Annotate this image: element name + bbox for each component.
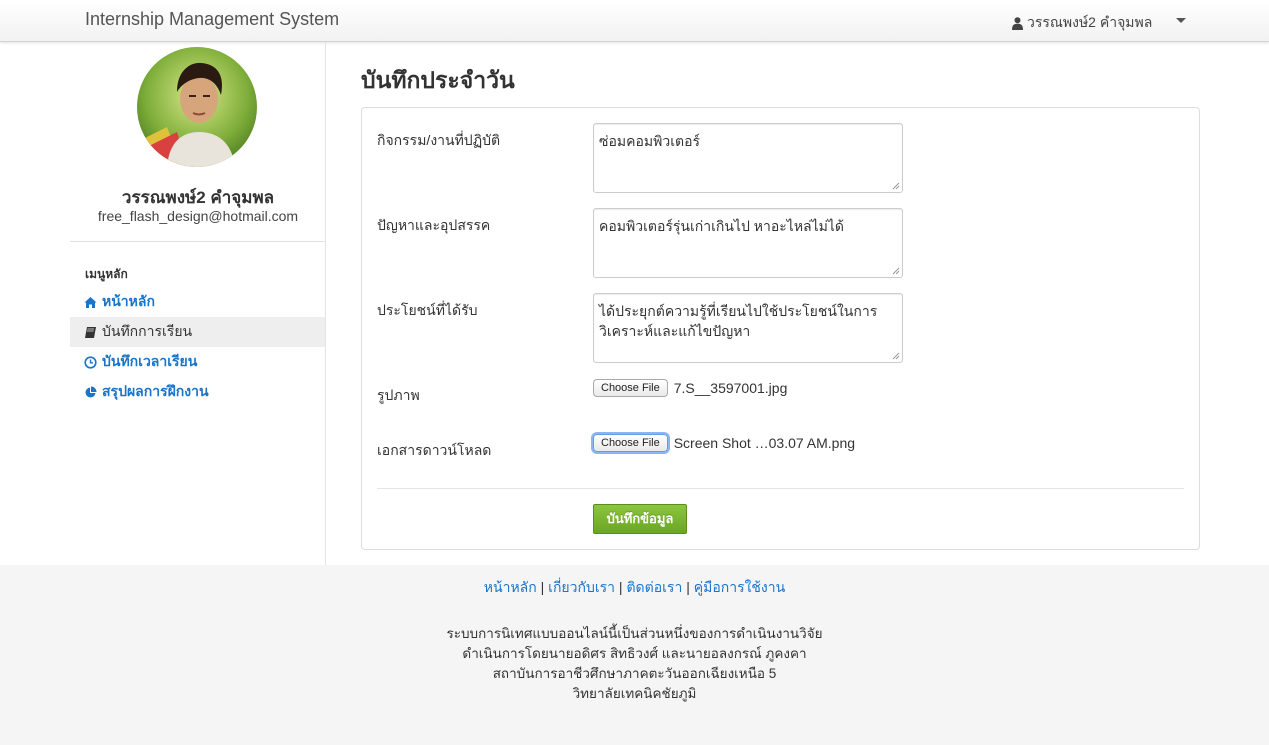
brand-title[interactable]: Internship Management System (85, 9, 339, 30)
home-icon (84, 296, 97, 308)
page-title: บันทึกประจำวัน (361, 67, 515, 93)
user-menu-name: วรรณพงษ์2 คำจุมพล (1027, 14, 1153, 30)
sidebar-item-summary[interactable]: สรุปผลการฝึกงาน (70, 377, 325, 407)
footer-link-contact[interactable]: ติดต่อเรา (626, 579, 682, 595)
sidebar-item-label: หน้าหลัก (102, 293, 155, 309)
benefit-label: ประโยชน์ที่ได้รับ (377, 302, 478, 318)
footer-separator: | (686, 579, 690, 595)
footer-link-home[interactable]: หน้าหลัก (484, 579, 537, 595)
image-file-name: 7.S__3597001.jpg (673, 380, 788, 396)
menu-header: เมนูหลัก (85, 267, 128, 281)
benefit-value: ได้ประยุกต์ความรู้ที่เรียนไปใช้ประโยชน์ใ… (599, 303, 878, 339)
footer-separator: | (618, 579, 623, 595)
profile-email: free_flash_design@hotmail.com (97, 208, 299, 224)
sidebar-item-attendance[interactable]: บันทึกเวลาเรียน (70, 347, 325, 377)
form-divider (377, 488, 1184, 489)
footer: หน้าหลัก | เกี่ยวกับเรา | ติดต่อเรา | คู… (0, 565, 1269, 745)
resize-grip-icon[interactable] (892, 267, 900, 275)
avatar (137, 47, 257, 167)
document-choose-file-button[interactable]: Choose File (593, 434, 668, 452)
footer-link-about[interactable]: เกี่ยวกับเรา (548, 579, 615, 595)
footer-separator: | (540, 579, 545, 595)
save-button[interactable]: บันทึกข้อมูล (593, 504, 687, 534)
pie-chart-icon (85, 386, 97, 397)
book-icon (85, 326, 96, 338)
footer-link-manual[interactable]: คู่มือการใช้งาน (694, 579, 785, 595)
activity-textarea[interactable]: ซ่อมคอมพิวเตอร์ (593, 123, 903, 193)
activity-value: ซ่อมคอมพิวเตอร์ (599, 133, 701, 149)
resize-grip-icon[interactable] (892, 352, 900, 360)
user-icon (1012, 16, 1023, 30)
problem-label: ปัญหาและอุปสรรค (377, 217, 491, 233)
top-navbar: Internship Management System วรรณพงษ์2 ค… (0, 0, 1269, 42)
activity-label: กิจกรรม/งานที่ปฏิบัติ (377, 132, 501, 148)
footer-text-line: ระบบการนิเทศแบบออนไลน์นี้เป็นส่วนหนึ่งขอ… (446, 626, 823, 641)
problem-textarea[interactable]: คอมพิวเตอร์รุ่นเก่าเกินไป หาอะไหล่ไม่ได้ (593, 208, 903, 278)
sidebar-item-home[interactable]: หน้าหลัก (70, 287, 325, 317)
image-file-input: Choose File 7.S__3597001.jpg (593, 379, 787, 397)
document-file-input: Choose File Screen Shot …03.07 AM.png (593, 434, 855, 452)
clock-icon (84, 355, 97, 369)
footer-text-line: ดำเนินการโดยนายอดิศร สิทธิวงศ์ และนายอลง… (462, 646, 807, 661)
chevron-down-icon[interactable] (1176, 18, 1186, 23)
sidebar-divider (70, 241, 326, 242)
sidebar-item-label: สรุปผลการฝึกงาน (102, 383, 209, 399)
benefit-textarea[interactable]: ได้ประยุกต์ความรู้ที่เรียนไปใช้ประโยชน์ใ… (593, 293, 903, 363)
sidebar-item-label: บันทึกเวลาเรียน (102, 353, 198, 369)
resize-grip-icon[interactable] (892, 182, 900, 190)
problem-value: คอมพิวเตอร์รุ่นเก่าเกินไป หาอะไหล่ไม่ได้ (599, 218, 845, 234)
sidebar-item-label: บันทึกการเรียน (102, 323, 193, 339)
footer-text-line: สถาบันการอาชีวศึกษาภาคตะวันออกเฉียงเหนือ… (492, 666, 777, 681)
document-label: เอกสารดาวน์โหลด (377, 442, 492, 458)
image-choose-file-button[interactable]: Choose File (593, 379, 668, 397)
footer-links: หน้าหลัก | เกี่ยวกับเรา | ติดต่อเรา | คู… (0, 577, 1269, 599)
document-file-name: Screen Shot …03.07 AM.png (673, 435, 856, 451)
footer-text-line: วิทยาลัยเทคนิคชัยภูมิ (572, 686, 697, 701)
sidebar-item-study-log[interactable]: บันทึกการเรียน (70, 317, 325, 347)
sidebar: วรรณพงษ์2 คำจุมพล free_flash_design@hotm… (70, 42, 326, 565)
profile-name: วรรณพงษ์2 คำจุมพล (121, 188, 275, 207)
daily-log-form: กิจกรรม/งานที่ปฏิบัติ ซ่อมคอมพิวเตอร์ ปั… (361, 107, 1200, 550)
image-label: รูปภาพ (377, 387, 420, 403)
user-menu[interactable]: วรรณพงษ์2 คำจุมพล (1012, 12, 1152, 34)
